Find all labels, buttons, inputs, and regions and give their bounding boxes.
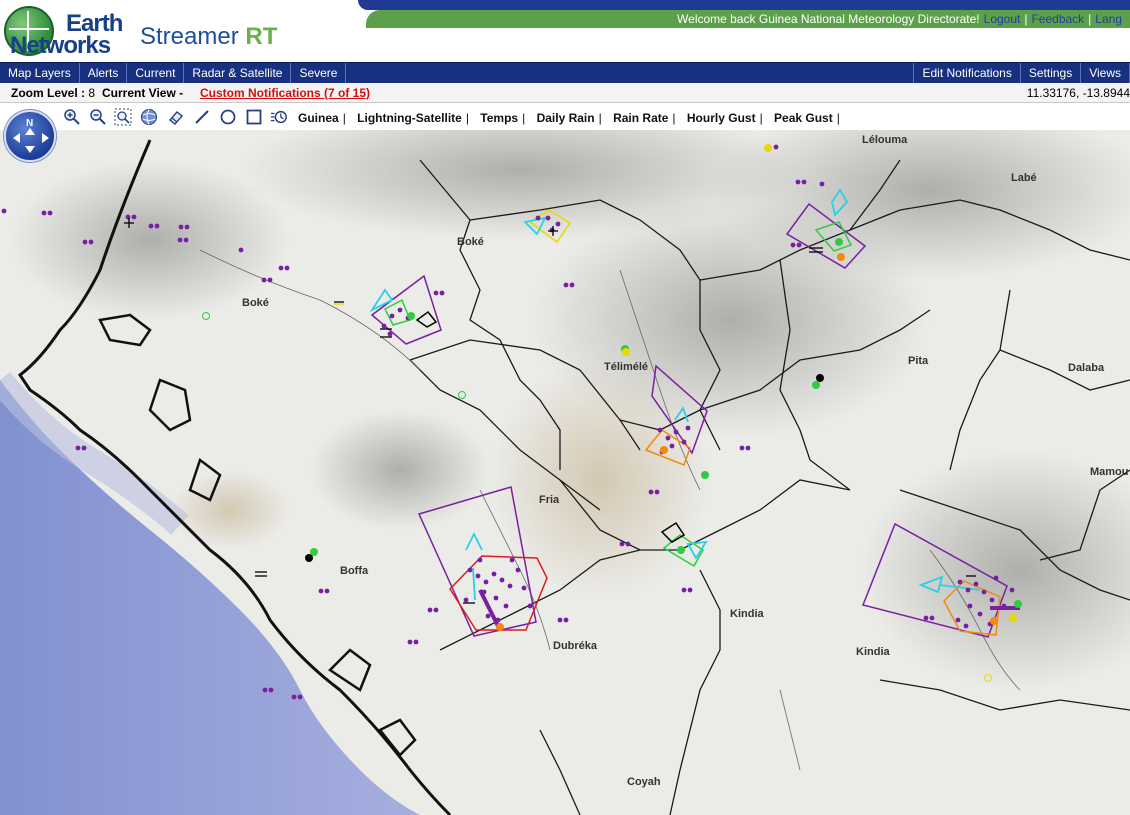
account-bar: Welcome back Guinea National Meteorology… <box>358 0 1130 28</box>
nav-alerts[interactable]: Alerts <box>80 63 128 83</box>
product-logo: Streamer RT <box>140 22 277 52</box>
place-label: Dalaba <box>1068 362 1105 374</box>
map-canvas[interactable]: Lélouma Labé Boké Boké Télimélé Pita Dal… <box>0 130 1130 815</box>
header: Earth Networks Streamer RT Welcome back … <box>0 0 1130 62</box>
account-bar-stripe <box>358 0 1130 10</box>
place-label: Télimélé <box>604 361 649 373</box>
logo-word-networks: Networks <box>10 32 111 59</box>
nav-settings[interactable]: Settings <box>1021 63 1082 83</box>
place-label: Boké <box>242 297 269 309</box>
zoom-box-icon[interactable] <box>114 108 132 126</box>
preset-peak-gust[interactable]: Peak Gust <box>774 111 833 125</box>
nav-map-layers[interactable]: Map Layers <box>0 63 80 83</box>
relief-coast <box>170 470 290 550</box>
pan-right-icon[interactable] <box>42 133 49 143</box>
product-name: Streamer <box>140 23 239 50</box>
line-draw-icon[interactable] <box>193 108 211 126</box>
eraser-icon[interactable] <box>167 108 185 126</box>
map-pan-control[interactable]: N <box>4 110 56 162</box>
language-link[interactable]: Lang <box>1095 12 1122 26</box>
preset-guinea[interactable]: Guinea <box>298 111 339 125</box>
current-view-label: Current View - <box>102 86 184 100</box>
preset-temps[interactable]: Temps <box>480 111 518 125</box>
nav-views[interactable]: Views <box>1081 63 1130 83</box>
nav-spacer <box>346 63 915 83</box>
info-bar: Zoom Level : 8 Current View - Custom Not… <box>0 83 1130 103</box>
pan-up-icon[interactable] <box>25 128 35 135</box>
globe-icon[interactable] <box>140 108 158 126</box>
place-label: Mamou <box>1090 466 1129 478</box>
place-label: Pita <box>908 355 929 367</box>
place-label: Fria <box>539 494 560 506</box>
nav-radar-satellite[interactable]: Radar & Satellite <box>184 63 292 83</box>
place-label: Boffa <box>340 565 369 577</box>
cursor-coordinates: 11.33176, -13.8944 <box>1026 86 1130 100</box>
zoom-level: Zoom Level : 8 <box>11 86 95 100</box>
map-toolbar: Guinea | Lightning-Satellite | Temps | Dail… <box>0 104 1130 130</box>
nav-severe[interactable]: Severe <box>291 63 347 83</box>
circle-draw-icon[interactable] <box>219 108 237 126</box>
rectangle-draw-icon[interactable] <box>245 108 263 126</box>
zoom-level-label: Zoom Level : <box>11 86 89 100</box>
place-label: Dubréka <box>553 640 598 652</box>
place-label: Kindia <box>856 646 890 658</box>
earth-networks-logo[interactable]: Earth Networks <box>4 4 136 60</box>
place-label: Kindia <box>730 608 764 620</box>
welcome-message: Welcome back Guinea National Meteorology… <box>677 12 980 26</box>
relief-fria <box>310 410 490 530</box>
preset-lightning-satellite[interactable]: Lightning-Satellite <box>357 111 462 125</box>
preset-daily-rain[interactable]: Daily Rain <box>537 111 595 125</box>
app-window: Earth Networks Streamer RT Welcome back … <box>0 0 1130 815</box>
nav-edit-notifications[interactable]: Edit Notifications <box>914 63 1021 83</box>
relief-northwest <box>10 160 290 320</box>
account-bar-content: Welcome back Guinea National Meteorology… <box>366 10 1130 28</box>
map-base <box>0 130 1130 815</box>
feedback-link[interactable]: Feedback <box>1031 12 1084 26</box>
view-presets: Guinea | Lightning-Satellite | Temps | Dail… <box>298 111 840 125</box>
logout-link[interactable]: Logout <box>984 12 1021 26</box>
pan-down-icon[interactable] <box>25 146 35 153</box>
zoom-out-icon[interactable] <box>89 108 107 126</box>
zoom-level-value: 8 <box>88 86 96 100</box>
custom-notifications-link[interactable]: Custom Notifications (7 of 15) <box>200 86 370 100</box>
place-label: Boké <box>457 236 484 248</box>
product-suffix: RT <box>245 23 278 50</box>
place-label: Coyah <box>627 776 661 788</box>
preset-rain-rate[interactable]: Rain Rate <box>613 111 668 125</box>
place-label: Lélouma <box>862 134 908 146</box>
history-icon[interactable] <box>270 108 288 126</box>
zoom-in-icon[interactable] <box>63 108 81 126</box>
pan-left-icon[interactable] <box>13 133 20 143</box>
main-nav: Map Layers Alerts Current Radar & Satell… <box>0 62 1130 83</box>
place-label: Labé <box>1011 172 1037 184</box>
nav-current[interactable]: Current <box>127 63 185 83</box>
preset-hourly-gust[interactable]: Hourly Gust <box>687 111 756 125</box>
